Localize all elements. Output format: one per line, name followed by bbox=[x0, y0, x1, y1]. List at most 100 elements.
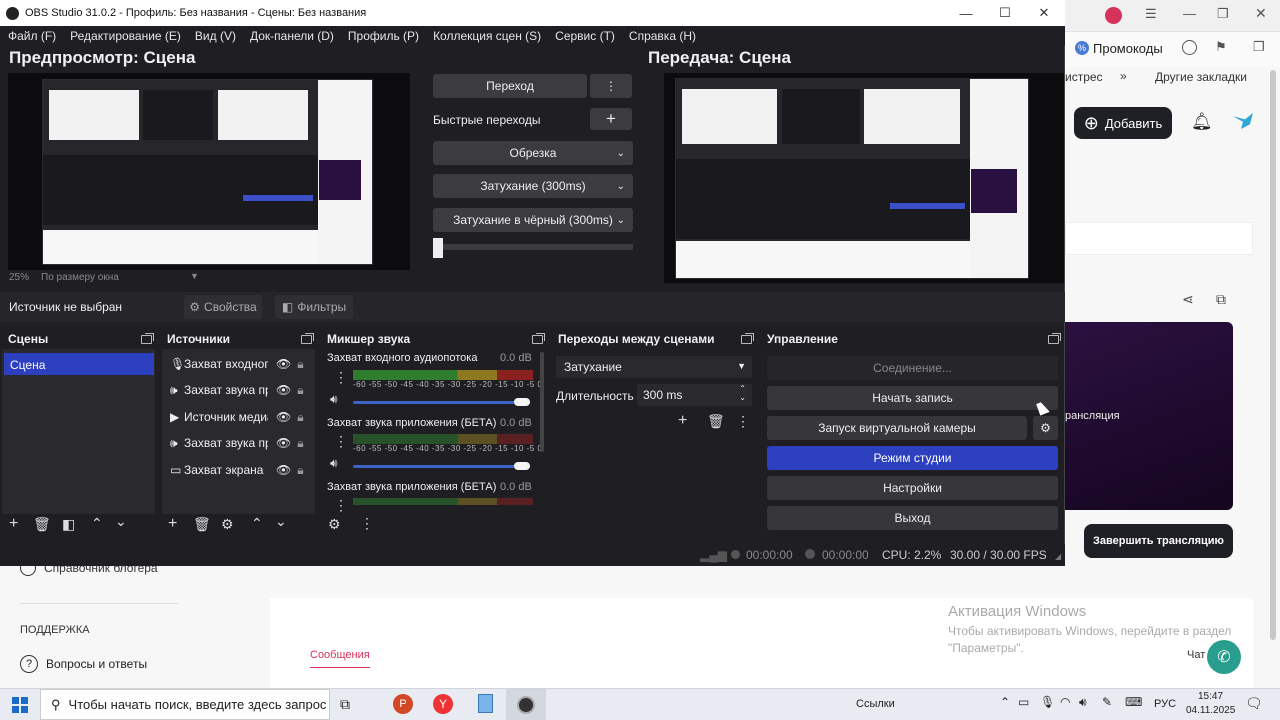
bell-icon[interactable]: 🔔︎ bbox=[1191, 112, 1213, 132]
source-item[interactable]: ▶ Источник медиа 👁︎ 🔒︎ bbox=[170, 404, 304, 430]
close-button[interactable]: ✕ bbox=[1024, 0, 1064, 26]
extension-icon[interactable]: ⚑ bbox=[1215, 39, 1227, 55]
menu-help[interactable]: Справка (H) bbox=[629, 29, 696, 43]
source-item[interactable]: 🕪︎ Захват звука пр 👁︎ 🔒︎ bbox=[170, 430, 304, 456]
notepad-icon[interactable] bbox=[478, 694, 493, 713]
tray-network-icon[interactable]: ◠ bbox=[1060, 695, 1070, 709]
more-vertical-icon[interactable]: ⋮ bbox=[334, 497, 348, 514]
menu-scene-collection[interactable]: Коллекция сцен (S) bbox=[433, 29, 541, 43]
tray-mic-icon[interactable]: 🎙︎ bbox=[1040, 695, 1055, 709]
advanced-audio-icon[interactable]: ⚙ bbox=[328, 516, 341, 533]
minimize-button[interactable]: — bbox=[946, 0, 986, 26]
mixer-scrollbar[interactable] bbox=[540, 352, 544, 452]
exit-button[interactable]: Выход bbox=[767, 506, 1058, 530]
transition-button[interactable]: Переход bbox=[433, 74, 587, 98]
remove-scene-icon[interactable]: 🗑︎ bbox=[33, 516, 51, 533]
quick-transition-fade[interactable]: Затухание (300ms) ⌄ bbox=[433, 174, 633, 198]
add-transition-icon[interactable]: + bbox=[678, 412, 687, 430]
more-vertical-icon[interactable]: ⋮ bbox=[334, 433, 348, 450]
powerpoint-icon[interactable]: P bbox=[393, 694, 413, 714]
source-item[interactable]: 🎙︎ Захват входного 👁︎ 🔒︎ bbox=[170, 351, 304, 377]
transition-menu-button[interactable]: ⋮ bbox=[590, 74, 632, 98]
lock-icon[interactable]: 🔒︎ bbox=[297, 463, 303, 478]
window-minimize-icon[interactable]: — bbox=[1183, 6, 1196, 21]
start-recording-button[interactable]: Начать запись bbox=[767, 386, 1058, 410]
more-vertical-icon[interactable]: ⋮ bbox=[334, 369, 348, 386]
add-button[interactable]: ⊕ Добавить bbox=[1074, 107, 1172, 139]
undock-icon[interactable] bbox=[141, 333, 154, 344]
more-vertical-icon[interactable]: ⋮ bbox=[736, 413, 750, 430]
tray-display-icon[interactable]: ▭ bbox=[1018, 695, 1029, 709]
volume-knob[interactable] bbox=[514, 398, 530, 406]
eye-icon[interactable]: 👁︎ bbox=[276, 410, 291, 424]
eye-icon[interactable]: 👁︎ bbox=[276, 436, 291, 450]
eye-icon[interactable]: 👁︎ bbox=[276, 357, 291, 371]
virtual-camera-settings-button[interactable]: ⚙ bbox=[1033, 416, 1058, 440]
obs-taskbar-icon[interactable] bbox=[506, 689, 546, 720]
add-source-icon[interactable]: + bbox=[168, 515, 177, 533]
tbar-handle[interactable] bbox=[433, 238, 443, 258]
other-bookmarks[interactable]: Другие закладки bbox=[1155, 70, 1247, 84]
lock-icon[interactable]: 🔒︎ bbox=[297, 383, 303, 398]
spin-up-icon[interactable]: ⌃ bbox=[739, 384, 746, 393]
undock-icon[interactable] bbox=[741, 333, 754, 344]
move-down-icon[interactable]: ⌄ bbox=[115, 513, 127, 530]
source-item[interactable]: 🕪︎ Захват звука пр 👁︎ 🔒︎ bbox=[170, 377, 304, 403]
source-properties-icon[interactable]: ⚙ bbox=[221, 516, 234, 533]
links-label[interactable]: Ссылки bbox=[856, 698, 895, 710]
speaker-icon[interactable]: 🔊︎ bbox=[330, 456, 338, 471]
spin-down-icon[interactable]: ⌄ bbox=[739, 393, 746, 402]
settings-button[interactable]: Настройки bbox=[767, 476, 1058, 500]
tab-chat[interactable]: Чат bbox=[1187, 649, 1205, 661]
tab-list-icon[interactable]: ☰ bbox=[1145, 6, 1157, 22]
virtual-camera-button[interactable]: Запуск виртуальной камеры bbox=[767, 416, 1027, 440]
bookmark-partial[interactable]: истрес bbox=[1065, 70, 1103, 84]
filters-button[interactable]: ◧ Фильтры bbox=[275, 295, 353, 319]
clock-date[interactable]: 04.11.2025 bbox=[1186, 705, 1235, 716]
properties-button[interactable]: ⚙ Свойства bbox=[184, 295, 262, 319]
task-view-icon[interactable]: ⧉ bbox=[340, 696, 350, 713]
speaker-icon[interactable]: 🔊︎ bbox=[330, 392, 338, 407]
move-up-icon[interactable]: ⌃ bbox=[251, 515, 263, 532]
remove-source-icon[interactable]: 🗑︎ bbox=[193, 516, 211, 533]
duration-input[interactable]: 300 ms ⌃ ⌄ bbox=[637, 384, 752, 406]
move-up-icon[interactable]: ⌃ bbox=[91, 515, 103, 532]
zoom-mode[interactable]: По размеру окна bbox=[41, 272, 119, 283]
yandex-browser-icon[interactable]: Y bbox=[433, 694, 453, 714]
volume-knob[interactable] bbox=[514, 462, 530, 470]
sidebar-item-faq[interactable]: ? Вопросы и ответы bbox=[20, 655, 147, 673]
promo-chip[interactable]: % Промокоды bbox=[1069, 38, 1169, 58]
studio-mode-button[interactable]: Режим студии bbox=[767, 446, 1058, 470]
maximize-button[interactable]: ☐ bbox=[985, 0, 1025, 26]
undock-icon[interactable] bbox=[1048, 333, 1061, 344]
tab-messages[interactable]: Сообщения bbox=[310, 649, 370, 668]
tray-pen-icon[interactable]: ✎ bbox=[1102, 695, 1112, 709]
remove-transition-icon[interactable]: 🗑︎ bbox=[707, 413, 725, 430]
scrollbar[interactable] bbox=[1270, 70, 1276, 640]
window-restore-icon[interactable]: ❐ bbox=[1217, 6, 1229, 22]
media-icon[interactable] bbox=[1182, 40, 1197, 55]
menu-docks[interactable]: Док-панели (D) bbox=[250, 29, 334, 43]
undock-icon[interactable] bbox=[301, 333, 314, 344]
menu-tools[interactable]: Сервис (T) bbox=[555, 29, 615, 43]
taskbar-search[interactable]: ⚲ Чтобы начать поиск, введите здесь запр… bbox=[40, 689, 330, 720]
connecting-button[interactable]: Соединение... bbox=[767, 356, 1058, 380]
tray-volume-icon[interactable]: 🔊︎ bbox=[1079, 695, 1087, 710]
volume-slider[interactable] bbox=[353, 401, 529, 404]
share-icon[interactable]: ⋖ bbox=[1182, 291, 1194, 308]
source-item[interactable]: ▭ Захват экрана 👁︎ 🔒︎ bbox=[170, 457, 304, 483]
add-quick-transition-button[interactable]: + bbox=[590, 108, 632, 130]
quick-transition-fade-black[interactable]: Затухание в чёрный (300ms) ⌄ bbox=[433, 208, 633, 232]
menu-edit[interactable]: Редактирование (E) bbox=[70, 29, 181, 43]
open-external-icon[interactable]: ⧉ bbox=[1216, 291, 1226, 308]
menu-file[interactable]: Файл (F) bbox=[8, 29, 56, 43]
volume-slider[interactable] bbox=[353, 465, 529, 468]
lock-icon[interactable]: 🔒︎ bbox=[297, 436, 303, 451]
menu-profile[interactable]: Профиль (P) bbox=[348, 29, 419, 43]
quick-transition-cut[interactable]: Обрезка ⌄ bbox=[433, 141, 633, 165]
tray-chevron-icon[interactable]: ⌃ bbox=[1000, 695, 1010, 709]
zoom-dropdown-icon[interactable]: ▼ bbox=[190, 271, 199, 281]
browser-tab-icon[interactable] bbox=[1105, 7, 1122, 24]
transition-select[interactable]: Затухание ▼ bbox=[556, 356, 752, 378]
eye-icon[interactable]: 👁︎ bbox=[276, 383, 291, 397]
